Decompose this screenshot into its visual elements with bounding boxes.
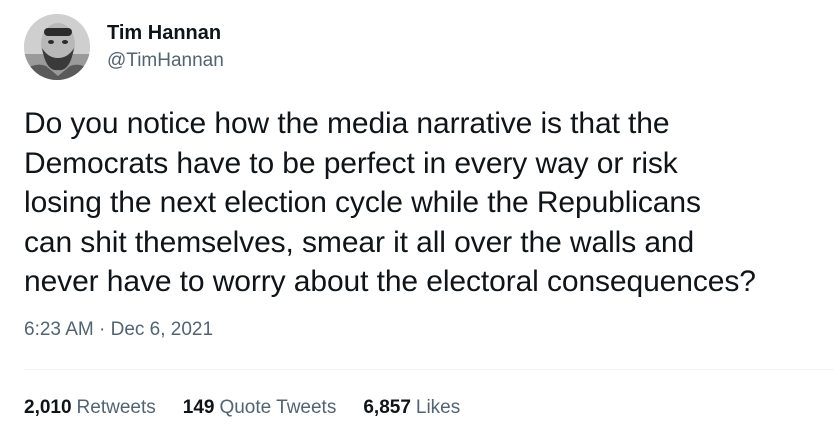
tweet-stats: 2,010 Retweets 149 Quote Tweets 6,857 Likes [24, 396, 487, 420]
tweet-text-line: never have to worry about the electoral … [24, 265, 756, 298]
retweets-stat[interactable]: 2,010 Retweets [24, 396, 156, 420]
tweet-timestamp: 6:23 AM · Dec 6, 2021 [24, 318, 213, 342]
tweet-header: Tim Hannan @TimHannan [24, 14, 224, 80]
tweet-text-line: Democrats have to be perfect in every wa… [24, 146, 678, 180]
tweet-text-line: can shit themselves, smear it all over t… [24, 225, 695, 259]
author-display-name[interactable]: Tim Hannan [107, 20, 224, 46]
author-handle[interactable]: @TimHannan [107, 49, 224, 73]
divider [24, 369, 834, 370]
meta-separator: · [99, 319, 106, 340]
tweet-time: 6:23 AM [24, 319, 94, 340]
tweet-text-line: Do you notice how the media narrative is… [24, 107, 670, 140]
quote-tweets-count: 149 [182, 397, 215, 418]
tweet-time-link[interactable]: 6:23 AM · Dec 6, 2021 [24, 319, 213, 340]
retweets-count: 2,010 [24, 397, 72, 418]
quote-tweets-stat[interactable]: 149 Quote Tweets [183, 396, 337, 420]
tweet-text-line: losing the next election cycle while the… [24, 186, 701, 219]
tweet-card: Tim Hannan @TimHannan Do you notice how … [0, 0, 834, 440]
likes-stat[interactable]: 6,857 Likes [363, 396, 460, 420]
retweets-label: Retweets [76, 397, 156, 418]
likes-label: Likes [415, 397, 461, 418]
tweet-date: Dec 6, 2021 [110, 319, 214, 340]
author-names: Tim Hannan @TimHannan [107, 20, 224, 73]
tweet-text: Do you notice how the media narrative is… [24, 104, 824, 302]
avatar[interactable] [24, 14, 90, 80]
likes-count: 6,857 [363, 397, 411, 418]
avatar-image [24, 14, 90, 80]
quote-tweets-label: Quote Tweets [219, 397, 337, 418]
